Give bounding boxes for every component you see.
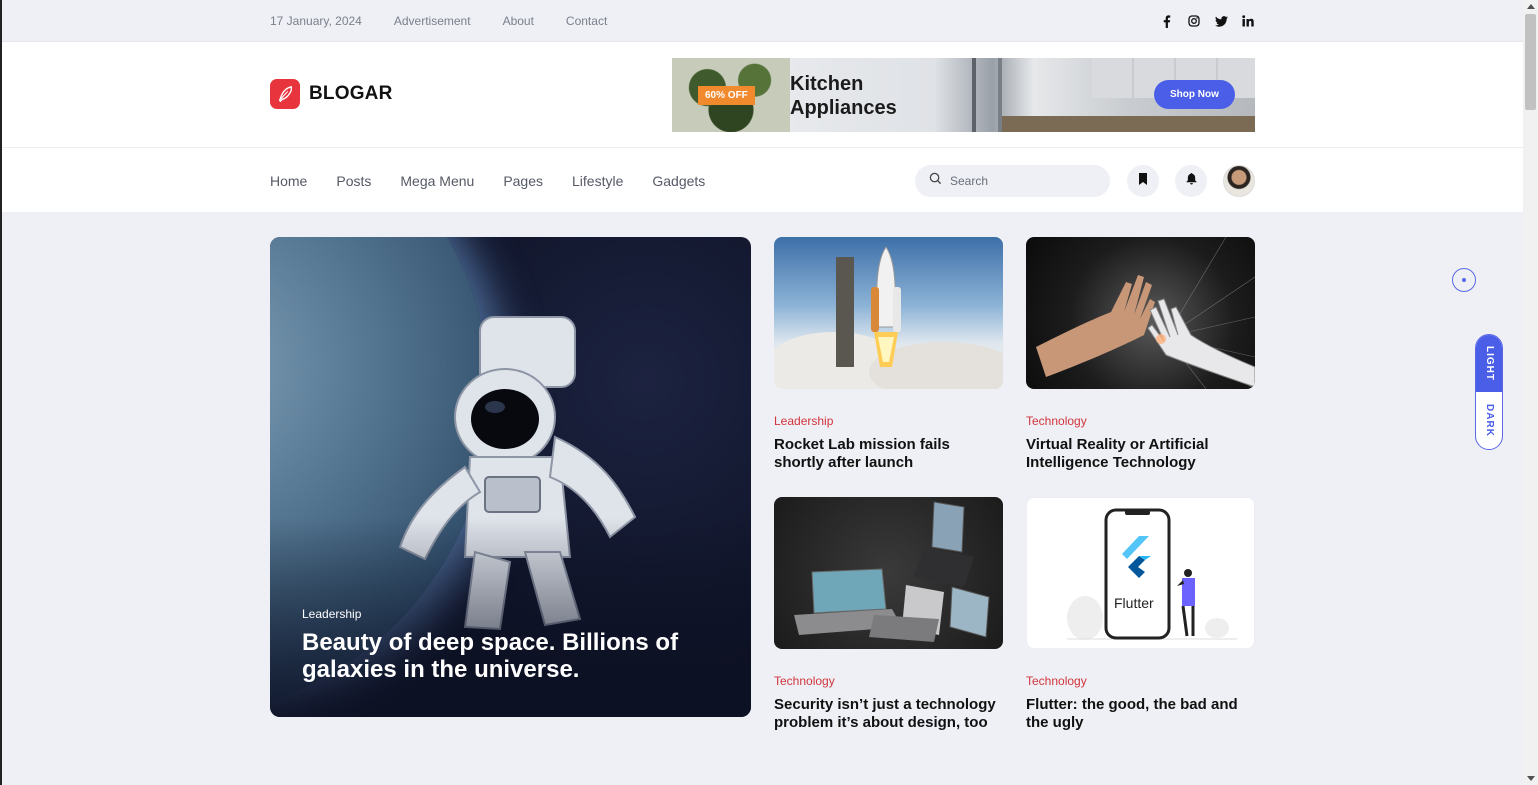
laptops-image (774, 497, 1003, 649)
card-category[interactable]: Technology (1026, 674, 1255, 688)
advertisement-link[interactable]: Advertisement (394, 14, 471, 28)
scroll-indicator[interactable] (1452, 268, 1476, 292)
card-title[interactable]: Security isn’t just a technology problem… (774, 696, 1003, 731)
flutter-phone-image: Flutter (1026, 497, 1255, 649)
main-nav: Home Posts Mega Menu Pages Lifestyle Gad… (270, 148, 705, 213)
notifications-button[interactable] (1175, 165, 1207, 197)
instagram-icon[interactable] (1187, 14, 1201, 28)
search-input[interactable] (950, 174, 1090, 188)
banner-title: Kitchen Appliances (790, 73, 897, 119)
bookmark-button[interactable] (1127, 165, 1159, 197)
robot-hand-image (1026, 237, 1255, 389)
card-title[interactable]: Rocket Lab mission fails shortly after l… (774, 436, 1003, 471)
card-category[interactable]: Technology (1026, 414, 1255, 428)
discount-badge: 60% OFF (698, 86, 755, 105)
social-links (1160, 14, 1255, 28)
counter-image (1002, 116, 1255, 132)
nav-item-home[interactable]: Home (270, 173, 307, 189)
bookmark-icon (1138, 172, 1148, 190)
twitter-icon[interactable] (1214, 14, 1228, 28)
bell-icon (1185, 172, 1197, 190)
scrollbar-thumb[interactable] (1525, 14, 1536, 110)
dark-mode-button[interactable]: DARK (1476, 392, 1502, 449)
user-avatar[interactable] (1223, 165, 1255, 197)
faucet-image (972, 58, 1002, 132)
hero-title[interactable]: Beauty of deep space. Billions of galaxi… (302, 629, 722, 683)
search-box (915, 165, 1110, 197)
shop-now-button[interactable]: Shop Now (1154, 80, 1235, 109)
nav-item-gadgets[interactable]: Gadgets (652, 173, 705, 189)
linkedin-icon[interactable] (1241, 14, 1255, 28)
logo-text: BLOGAR (309, 83, 393, 104)
facebook-icon[interactable] (1160, 14, 1174, 28)
feather-pen-icon (270, 79, 300, 109)
ad-banner[interactable]: 60% OFF Kitchen Appliances Shop Now (672, 58, 1255, 132)
top-bar: 17 January, 2024 Advertisement About Con… (2, 0, 1523, 42)
top-links: 17 January, 2024 Advertisement About Con… (270, 14, 607, 28)
flutter-image-text: Flutter (1114, 595, 1154, 611)
nav-item-lifestyle[interactable]: Lifestyle (572, 173, 623, 189)
site-header: BLOGAR 60% OFF Kitchen Appliances Shop N… (2, 42, 1523, 148)
card-title[interactable]: Virtual Reality or Artificial Intelligen… (1026, 436, 1255, 471)
post-card[interactable]: Leadership Rocket Lab mission fails shor… (774, 237, 1003, 471)
current-date: 17 January, 2024 (270, 14, 362, 28)
nav-item-posts[interactable]: Posts (336, 173, 371, 189)
card-category[interactable]: Leadership (774, 414, 1003, 428)
theme-switch: LIGHT DARK (1475, 334, 1503, 450)
light-mode-button[interactable]: LIGHT (1476, 335, 1502, 392)
search-icon (929, 172, 942, 190)
scroll-down-icon[interactable] (1527, 776, 1535, 781)
post-card[interactable]: Technology Virtual Reality or Artificial… (1026, 237, 1255, 471)
card-title[interactable]: Flutter: the good, the bad and the ugly (1026, 696, 1255, 731)
post-card[interactable]: Technology Security isn’t just a technol… (774, 497, 1003, 731)
post-card[interactable]: Flutter Technology Flutter: the good, th… (1026, 497, 1255, 731)
about-link[interactable]: About (503, 14, 534, 28)
page-scrollbar[interactable] (1523, 0, 1538, 785)
nav-item-pages[interactable]: Pages (503, 173, 543, 189)
scroll-up-icon[interactable] (1527, 4, 1535, 9)
main-navbar: Home Posts Mega Menu Pages Lifestyle Gad… (2, 148, 1523, 213)
rocket-launch-image (774, 237, 1003, 389)
nav-item-mega-menu[interactable]: Mega Menu (400, 173, 474, 189)
contact-link[interactable]: Contact (566, 14, 607, 28)
featured-post[interactable]: Leadership Beauty of deep space. Billion… (270, 237, 751, 717)
hero-category[interactable]: Leadership (302, 607, 361, 621)
card-category[interactable]: Technology (774, 674, 1003, 688)
site-logo[interactable]: BLOGAR (270, 79, 393, 109)
